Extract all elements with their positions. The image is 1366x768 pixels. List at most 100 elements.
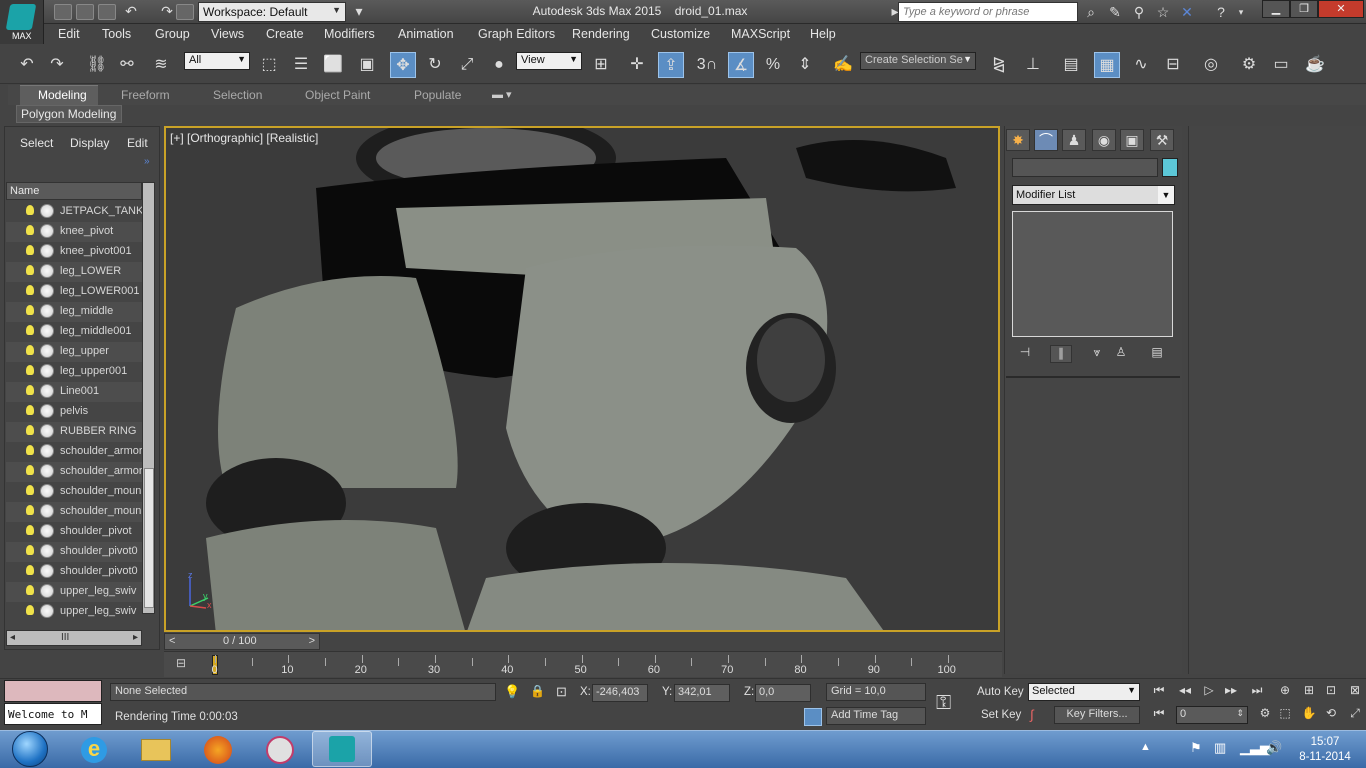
- hierarchy-icon[interactable]: ♟: [1062, 129, 1086, 151]
- exchange-icon[interactable]: ✕: [1178, 3, 1196, 21]
- mirror-icon[interactable]: ⧎: [986, 52, 1012, 78]
- zoom-extents-all-icon[interactable]: ⊠: [1344, 683, 1366, 701]
- renderable-icon[interactable]: [40, 464, 54, 478]
- file-explorer-taskbar-icon[interactable]: [126, 731, 186, 767]
- material-editor-icon[interactable]: ◎: [1198, 52, 1224, 78]
- visibility-bulb-icon[interactable]: [26, 405, 34, 415]
- zoom-icon[interactable]: ⊕: [1274, 683, 1296, 701]
- configure-modifier-sets-icon[interactable]: ▤: [1146, 345, 1168, 363]
- percent-snap-icon[interactable]: %: [760, 52, 786, 78]
- open-file-icon[interactable]: [76, 4, 94, 20]
- list-item[interactable]: schoulder_moun: [6, 502, 142, 522]
- list-item[interactable]: JETPACK_TANK: [6, 202, 142, 222]
- menu-help[interactable]: Help: [810, 27, 836, 41]
- visibility-bulb-icon[interactable]: [26, 525, 34, 535]
- 3dsmax-taskbar-icon[interactable]: [312, 731, 372, 767]
- select-object-icon[interactable]: ⬚: [256, 52, 282, 78]
- maxscript-listener[interactable]: [4, 680, 102, 702]
- minimize-button[interactable]: ▁: [1262, 0, 1290, 18]
- name-column-header[interactable]: Name: [6, 182, 142, 200]
- application-button[interactable]: MAX: [0, 0, 44, 44]
- selection-filter-dropdown[interactable]: All ▼: [184, 52, 250, 70]
- render-setup-icon[interactable]: ⚙: [1236, 52, 1262, 78]
- list-item[interactable]: leg_upper001: [6, 362, 142, 382]
- list-item[interactable]: shoulder_pivot0: [6, 542, 142, 562]
- taskbar-clock[interactable]: 15:07 8-11-2014: [1288, 735, 1362, 765]
- renderable-icon[interactable]: [40, 484, 54, 498]
- restore-button[interactable]: ❐: [1290, 0, 1318, 18]
- ribbon-options-icon[interactable]: ▬ ▾: [492, 88, 512, 101]
- spinner-icon[interactable]: ⇕: [1236, 708, 1244, 719]
- set-key-icon[interactable]: ⚿: [936, 692, 951, 715]
- scroll-right-icon[interactable]: ▸: [133, 632, 138, 643]
- tab-freeform[interactable]: Freeform: [121, 88, 170, 102]
- add-time-tag-button[interactable]: Add Time Tag: [826, 707, 926, 725]
- list-item[interactable]: schoulder_armor: [6, 442, 142, 462]
- renderable-icon[interactable]: [40, 204, 54, 218]
- list-item[interactable]: pelvis: [6, 402, 142, 422]
- time-slider-prev[interactable]: <: [169, 635, 175, 647]
- schematic-view-icon[interactable]: ⊟: [1160, 52, 1186, 78]
- explorer-menu-display[interactable]: Display: [70, 136, 109, 150]
- utilities-icon[interactable]: ⚒: [1150, 129, 1174, 151]
- rendered-frame-window-icon[interactable]: ▭: [1268, 52, 1294, 78]
- menu-group[interactable]: Group: [155, 27, 190, 41]
- snaps-toggle-icon[interactable]: 3∩: [694, 52, 720, 78]
- tab-object-paint[interactable]: Object Paint: [305, 88, 370, 102]
- object-name-field[interactable]: [1012, 158, 1158, 177]
- expand-toolbar-icon[interactable]: »: [144, 156, 150, 167]
- select-and-manipulate-icon[interactable]: ✛: [624, 52, 650, 78]
- redo-icon[interactable]: ↷: [158, 2, 176, 20]
- curve-editor-icon[interactable]: ∿: [1128, 52, 1154, 78]
- menu-customize[interactable]: Customize: [651, 27, 710, 41]
- keyboard-shortcut-override-icon[interactable]: ⇪: [658, 52, 684, 78]
- visibility-bulb-icon[interactable]: [26, 365, 34, 375]
- renderable-icon[interactable]: [40, 284, 54, 298]
- communication-center-icon[interactable]: ⚲: [1130, 3, 1148, 21]
- select-and-rotate-icon[interactable]: ↻: [422, 52, 448, 78]
- render-production-icon[interactable]: ☕: [1302, 52, 1328, 78]
- auto-key-button[interactable]: Auto Key: [977, 686, 1024, 698]
- favorites-star-icon[interactable]: ☆: [1154, 3, 1172, 21]
- renderable-icon[interactable]: [40, 364, 54, 378]
- create-icon[interactable]: ✸: [1006, 129, 1030, 151]
- visibility-bulb-icon[interactable]: [26, 585, 34, 595]
- edit-named-selection-icon[interactable]: ✍: [830, 52, 856, 78]
- time-configuration-icon[interactable]: ⚙: [1254, 706, 1276, 724]
- list-item[interactable]: leg_upper: [6, 342, 142, 362]
- help-dropdown-icon[interactable]: ▾: [1232, 3, 1250, 21]
- bind-to-space-warp-icon[interactable]: ≋: [148, 52, 174, 78]
- visibility-bulb-icon[interactable]: [26, 565, 34, 575]
- renderable-icon[interactable]: [40, 544, 54, 558]
- isolate-selection-icon[interactable]: 💡: [504, 684, 520, 700]
- current-frame-field[interactable]: 0 ⇕: [1176, 706, 1248, 724]
- pin-stack-icon[interactable]: ⊣: [1014, 345, 1036, 363]
- explorer-menu-edit[interactable]: Edit: [127, 136, 148, 150]
- explorer-horizontal-scrollbar[interactable]: ◂ III ▸: [6, 630, 142, 646]
- renderable-icon[interactable]: [40, 424, 54, 438]
- time-tag-toggle-icon[interactable]: [804, 708, 822, 726]
- visibility-bulb-icon[interactable]: [26, 285, 34, 295]
- visibility-bulb-icon[interactable]: [26, 485, 34, 495]
- help-icon[interactable]: ?: [1212, 3, 1230, 21]
- selection-lock-icon[interactable]: 🔒: [530, 684, 545, 698]
- show-end-result-icon[interactable]: ∥: [1050, 345, 1072, 363]
- open-mini-curve-editor-icon[interactable]: ⊟: [176, 656, 192, 672]
- key-mode-toggle-icon[interactable]: ⏮: [1148, 706, 1170, 724]
- list-item[interactable]: knee_pivot: [6, 222, 142, 242]
- visibility-bulb-icon[interactable]: [26, 545, 34, 555]
- network-icon[interactable]: ▥: [1214, 740, 1226, 756]
- select-and-link-icon[interactable]: ⛓: [84, 52, 110, 78]
- absolute-mode-icon[interactable]: ⊡: [556, 684, 567, 700]
- list-item[interactable]: RUBBER RING: [6, 422, 142, 442]
- quick-access-dropdown-icon[interactable]: ▾: [350, 2, 368, 20]
- renderable-icon[interactable]: [40, 444, 54, 458]
- renderable-icon[interactable]: [40, 604, 54, 618]
- key-filters-button[interactable]: Key Filters...: [1054, 706, 1140, 724]
- save-file-icon[interactable]: [98, 4, 116, 20]
- zoom-extents-icon[interactable]: ⊡: [1320, 683, 1342, 701]
- renderable-icon[interactable]: [40, 404, 54, 418]
- use-pivot-center-icon[interactable]: ⊞: [588, 52, 614, 78]
- show-hidden-icons-icon[interactable]: ▲: [1140, 741, 1151, 753]
- key-mode-dropdown[interactable]: Selected ▼: [1028, 683, 1140, 701]
